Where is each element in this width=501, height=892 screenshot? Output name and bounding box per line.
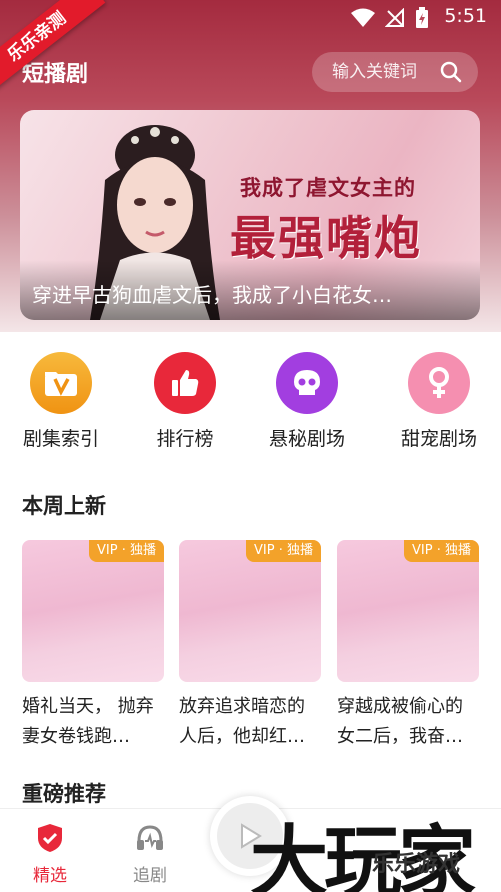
nav-label: 精选 — [33, 866, 67, 886]
shield-check-icon — [38, 824, 62, 852]
app-screen: 5:51 乐乐亲测 短播剧 我成了虐文女主的 最强嘴炮 穿进早古狗血虐文后，我成… — [0, 0, 501, 892]
drama-title: 穿越成被偷心的女二后，我奋… — [337, 696, 463, 747]
category-label: 甜宠剧场 — [400, 428, 477, 450]
vip-badge: VIP · 独播 — [89, 540, 164, 562]
nav-tab-following[interactable]: 追剧 — [110, 823, 190, 886]
drama-thumbnail: VIP · 独播 — [22, 540, 164, 682]
video-folder-icon — [30, 352, 92, 414]
nav-label: 追剧 — [133, 866, 167, 886]
nav-tab-featured[interactable]: 精选 — [10, 823, 90, 886]
search-input[interactable] — [332, 62, 442, 82]
category-label: 排行榜 — [156, 428, 214, 450]
category-label: 剧集索引 — [22, 428, 99, 450]
section-title-new-this-week: 本周上新 — [22, 494, 106, 518]
drama-title: 放弃追求暗恋的人后，他却红… — [179, 696, 305, 747]
category-suspense[interactable]: 悬秘剧场 — [252, 352, 362, 451]
app-title: 短播剧 — [22, 62, 89, 87]
drama-card[interactable]: VIP · 独播 婚礼当天， 抛弃妻女卷钱跑… — [22, 540, 164, 752]
drama-card[interactable]: VIP · 独播 放弃追求暗恋的人后，他却红… — [179, 540, 321, 752]
skull-icon — [276, 352, 338, 414]
category-episode-index[interactable]: 剧集索引 — [6, 352, 116, 451]
drama-thumbnail: VIP · 独播 — [179, 540, 321, 682]
no-signal-icon — [385, 8, 405, 28]
category-row: 剧集索引 排行榜 悬秘剧场 甜宠剧场 — [0, 352, 501, 462]
category-label: 悬秘剧场 — [268, 428, 345, 450]
hero-banner[interactable]: 我成了虐文女主的 最强嘴炮 穿进早古狗血虐文后，我成了小白花女… — [20, 110, 480, 320]
section-title-recommended: 重磅推荐 — [22, 782, 106, 806]
drama-thumbnail: VIP · 独播 — [337, 540, 479, 682]
banner-headline-small: 我成了虐文女主的 — [240, 175, 416, 200]
category-ranking[interactable]: 排行榜 — [130, 352, 240, 451]
category-romance[interactable]: 甜宠剧场 — [384, 352, 494, 451]
watermark-sub: 乐乐游戏 — [372, 852, 461, 877]
female-symbol-icon — [408, 352, 470, 414]
search-box[interactable] — [312, 52, 478, 92]
drama-card[interactable]: VIP · 独播 穿越成被偷心的女二后，我奋… — [337, 540, 479, 752]
headphones-icon — [137, 825, 163, 850]
battery-charging-icon — [415, 7, 429, 29]
wifi-icon — [351, 8, 375, 28]
vip-badge: VIP · 独播 — [404, 540, 479, 562]
vip-badge: VIP · 独播 — [246, 540, 321, 562]
search-icon[interactable] — [440, 61, 462, 87]
status-icons — [351, 7, 429, 29]
banner-caption: 穿进早古狗血虐文后，我成了小白花女… — [32, 283, 392, 307]
thumbs-up-icon — [154, 352, 216, 414]
drama-title: 婚礼当天， 抛弃妻女卷钱跑… — [22, 696, 154, 747]
banner-headline-big: 最强嘴炮 — [230, 211, 422, 265]
status-time: 5:51 — [444, 5, 487, 27]
